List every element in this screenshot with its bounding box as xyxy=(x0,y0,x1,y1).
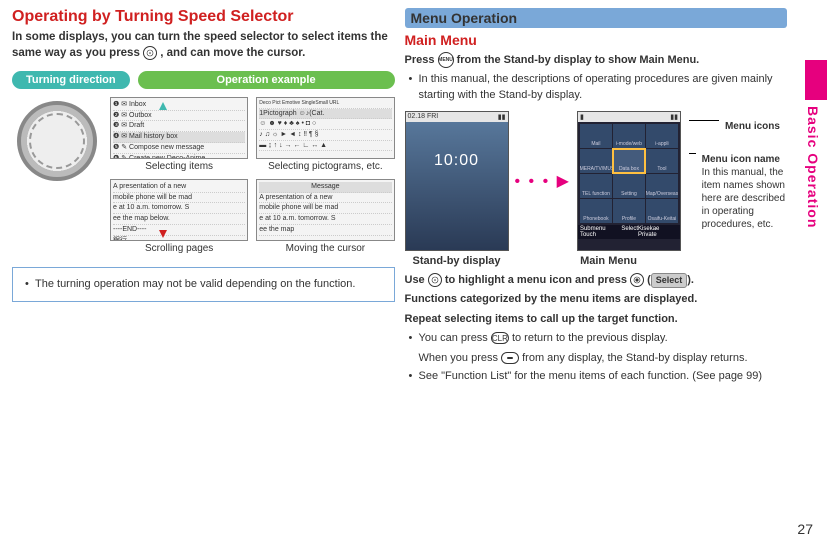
menu-cell: Profile xyxy=(613,199,645,223)
page-number: 27 xyxy=(797,521,813,537)
menu-cell-selected: Data box xyxy=(613,149,645,173)
standby-clock: 10:00 xyxy=(406,152,508,170)
menu-cell: i-mode/web xyxy=(613,124,645,148)
press-line: Press MENU from the Stand-by display to … xyxy=(405,52,788,68)
menu-cell: Mail xyxy=(580,124,612,148)
right-heading-bar: Menu Operation xyxy=(405,8,788,28)
main-menu-figure: ▮▮▮ Mail i-mode/web i-appli CAMERA/TV/MU… xyxy=(577,111,681,251)
softkey-left: Submenu Touch xyxy=(580,226,621,238)
callout-line-icon xyxy=(689,153,696,154)
center-key-icon xyxy=(630,273,644,287)
caption-standby: Stand-by display xyxy=(405,255,509,267)
left-intro: In some displays, you can turn the speed… xyxy=(12,30,395,61)
caption-main-menu: Main Menu xyxy=(557,255,661,267)
caption-selecting-items: Selecting items xyxy=(110,161,248,173)
arrow-dots-icon: • • • ▶ xyxy=(515,171,571,191)
pill-turning-direction: Turning direction xyxy=(12,71,130,89)
clr-key-icon: CLR xyxy=(491,332,509,344)
direction-pad-icon xyxy=(143,46,157,60)
bullet-clr: You can press CLR to return to the previ… xyxy=(409,331,788,366)
functions-line: Functions categorized by the menu items … xyxy=(405,292,788,307)
callout-menu-icon-name: Menu icon name In this manual, the item … xyxy=(702,153,787,231)
left-column: Operating by Turning Speed Selector In s… xyxy=(12,8,395,535)
menu-cell: Setting xyxy=(613,174,645,198)
menu-cell: Osaifu-Keitai xyxy=(646,199,678,223)
side-tab: Basic Operation xyxy=(805,60,827,260)
repeat-line: Repeat selecting items to call up the ta… xyxy=(405,312,788,327)
note-box: The turning operation may not be valid d… xyxy=(12,267,395,302)
select-softkey-label: Select xyxy=(651,273,688,288)
pill-operation-example: Operation example xyxy=(138,71,395,89)
end-key-icon xyxy=(501,352,519,364)
right-column: Menu Operation Main Menu Press MENU from… xyxy=(405,8,788,535)
arrow-up-icon xyxy=(159,102,167,110)
example-pictograms: Deco Pict Emotive SingleSmall URL 1Picto… xyxy=(256,97,394,173)
arrow-down-icon xyxy=(159,230,167,238)
menu-cell: CAMERA/TV/MUSIC xyxy=(580,149,612,173)
menu-cell: Phonebook xyxy=(580,199,612,223)
callout-line-icon xyxy=(689,120,719,121)
pill-row: Turning direction Operation example xyxy=(12,71,395,89)
softkey-right: Kisekae Private xyxy=(638,226,678,238)
note-text: The turning operation may not be valid d… xyxy=(25,277,386,292)
menu-cell: Tool xyxy=(646,149,678,173)
menu-cell: Map/Overseas xyxy=(646,174,678,198)
bullet-manual-note: In this manual, the descriptions of oper… xyxy=(409,72,788,103)
direction-pad-icon xyxy=(428,273,442,287)
bullet-function-list: See "Function List" for the menu items o… xyxy=(409,369,788,384)
menu-cell: i-appli xyxy=(646,124,678,148)
standby-figure: 02.18 FRI▮▮ 10:00 xyxy=(405,111,509,251)
callout-menu-icons: Menu icons xyxy=(725,120,780,133)
menu-key-icon: MENU xyxy=(438,52,454,68)
side-tab-label: Basic Operation xyxy=(805,106,821,228)
dial-illustration xyxy=(12,97,102,255)
example-cursor: Message A presentation of a new mobile p… xyxy=(256,179,394,255)
example-selecting-items: ❶ ✉ Inbox ❷ ✉ Outbox ❸ ✉ Draft ❹ ✉ Mail … xyxy=(110,97,248,173)
use-line: Use to highlight a menu icon and press (… xyxy=(405,273,788,288)
menu-cell: TEL function xyxy=(580,174,612,198)
left-heading: Operating by Turning Speed Selector xyxy=(12,8,395,26)
caption-scrolling: Scrolling pages xyxy=(110,243,248,255)
softkey-center: Select xyxy=(621,226,638,238)
example-scrolling: A presentation of a new mobile phone wil… xyxy=(110,179,248,255)
side-tab-marker xyxy=(805,60,827,100)
right-heading-sub: Main Menu xyxy=(405,32,788,48)
intro-text-b: , and can move the cursor. xyxy=(160,47,305,59)
caption-pictograms: Selecting pictograms, etc. xyxy=(256,161,394,173)
caption-cursor: Moving the cursor xyxy=(256,243,394,255)
